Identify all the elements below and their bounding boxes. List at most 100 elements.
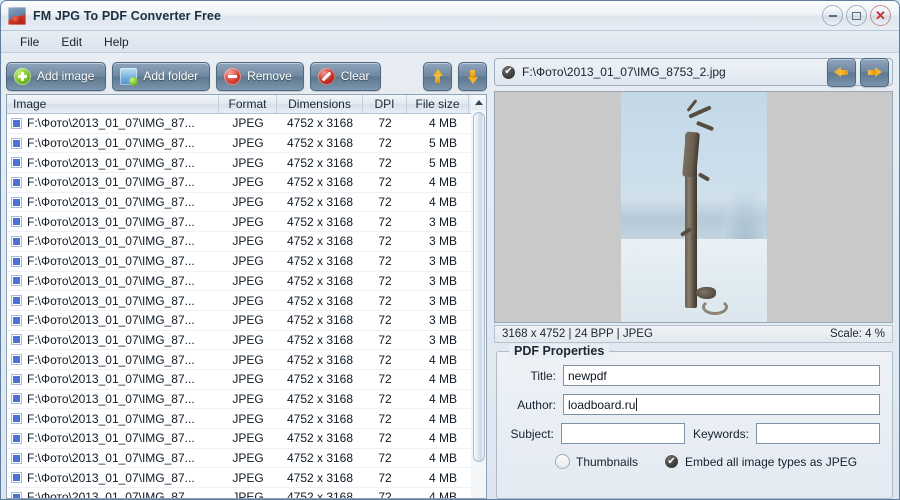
table-row[interactable]: F:\Фото\2013_01_07\IMG_87... JPEG 4752 x 3…	[7, 390, 486, 410]
cell-dpi: 72	[378, 155, 392, 170]
close-button[interactable]: ✕	[870, 5, 891, 26]
check-icon: ✔	[504, 66, 513, 77]
title-input[interactable]: newpdf	[563, 365, 880, 386]
menu-item-help[interactable]: Help	[95, 33, 138, 51]
arrow-left-icon	[833, 64, 850, 81]
table-row[interactable]: F:\Фото\2013_01_07\IMG_87... JPEG 4752 x 3…	[7, 429, 486, 449]
cell-format: JPEG	[232, 352, 264, 367]
image-thumbnail-icon	[11, 413, 22, 425]
scrollbar-track[interactable]	[471, 110, 486, 498]
move-down-button[interactable]	[458, 61, 487, 91]
table-row[interactable]: F:\Фото\2013_01_07\IMG_87... JPEG 4752 x 3…	[7, 212, 486, 233]
minus-circle-icon	[224, 67, 242, 85]
add-folder-label: Add folder	[143, 69, 199, 83]
subject-input[interactable]	[560, 423, 685, 444]
cell-file-size: 4 MB	[428, 195, 457, 210]
image-thumbnail-icon	[11, 491, 22, 498]
table-row[interactable]: F:\Фото\2013_01_07\IMG_87... JPEG 4752 x 3…	[7, 331, 486, 351]
menu-item-edit[interactable]: Edit	[52, 33, 91, 51]
column-header-file-size[interactable]: File size	[407, 95, 469, 113]
cell-file-size: 3 MB	[428, 254, 457, 269]
cell-file-size: 5 MB	[428, 155, 457, 170]
cell-format: JPEG	[232, 313, 264, 328]
remove-button[interactable]: Remove	[216, 61, 304, 91]
maximize-button[interactable]	[846, 5, 867, 26]
cell-dimensions: 4752 x 3168	[286, 352, 354, 367]
author-input[interactable]: loadboard.ru	[563, 394, 880, 415]
cell-image-path: F:\Фото\2013_01_07\IMG_87...	[27, 391, 195, 406]
table-row[interactable]: F:\Фото\2013_01_07\IMG_87... JPEG 4752 x 3…	[7, 409, 486, 429]
image-info-text: 3168 x 4752 | 24 BPP | JPEG	[502, 328, 653, 340]
cell-dimensions: 4752 x 3168	[286, 372, 354, 387]
table-row[interactable]: F:\Фото\2013_01_07\IMG_87... JPEG 4752 x 3…	[7, 272, 486, 292]
previous-image-button[interactable]	[827, 57, 856, 87]
table-row[interactable]: F:\Фото\2013_01_07\IMG_87... JPEG 4752 x 3…	[7, 449, 486, 469]
cell-dpi: 72	[378, 332, 392, 347]
cell-file-size: 3 MB	[428, 214, 457, 229]
table-row[interactable]: F:\Фото\2013_01_07\IMG_87... JPEG 4752 x 3…	[7, 311, 486, 331]
clear-label: Clear	[340, 69, 370, 83]
table-row[interactable]: F:\Фото\2013_01_07\IMG_87... JPEG 4752 x 3…	[7, 488, 486, 498]
table-row[interactable]: F:\Фото\2013_01_07\IMG_87... JPEG 4752 x 3…	[7, 232, 486, 252]
image-preview-area[interactable]	[494, 91, 893, 323]
list-scrollbar[interactable]	[471, 94, 487, 499]
thumbnails-checkbox[interactable]: Thumbnails	[555, 454, 638, 469]
scroll-up-button[interactable]	[471, 95, 486, 110]
column-header-dimensions[interactable]: Dimensions	[277, 95, 363, 113]
cell-image-path: F:\Фото\2013_01_07\IMG_87...	[27, 195, 195, 210]
table-row[interactable]: F:\Фото\2013_01_07\IMG_87... JPEG 4752 x 3…	[7, 153, 486, 174]
cell-image: F:\Фото\2013_01_07\IMG_87...	[7, 136, 219, 150]
add-image-button[interactable]: Add image	[6, 61, 107, 91]
column-header-dpi[interactable]: DPI	[363, 95, 407, 113]
cell-dimensions: 4752 x 3168	[286, 470, 354, 485]
next-image-button[interactable]	[860, 57, 889, 87]
table-row[interactable]: F:\Фото\2013_01_07\IMG_87... JPEG 4752 x 3…	[7, 252, 486, 272]
scrollbar-thumb[interactable]	[472, 112, 485, 462]
image-thumbnail-icon	[11, 176, 22, 188]
cell-image: F:\Фото\2013_01_07\IMG_87...	[7, 195, 219, 209]
cell-dimensions: 4752 x 3168	[286, 116, 354, 131]
clear-button[interactable]: Clear	[309, 61, 382, 91]
cell-file-size: 4 MB	[428, 372, 457, 387]
table-row[interactable]: F:\Фото\2013_01_07\IMG_87... JPEG 4752 x 3…	[7, 291, 486, 311]
list-rows[interactable]: F:\Фото\2013_01_07\IMG_87... JPEG 4752 x 3…	[7, 114, 486, 498]
table-row[interactable]: F:\Фото\2013_01_07\IMG_87... JPEG 4752 x 3…	[7, 193, 486, 213]
cell-image: F:\Фото\2013_01_07\IMG_87...	[7, 412, 219, 426]
include-file-checkbox[interactable]: ✔	[501, 64, 516, 80]
menu-item-file[interactable]: File	[11, 33, 48, 51]
table-row[interactable]: F:\Фото\2013_01_07\IMG_87... JPEG 4752 x 3…	[7, 114, 486, 134]
table-row[interactable]: F:\Фото\2013_01_07\IMG_87... JPEG 4752 x 3…	[7, 350, 486, 370]
table-row[interactable]: F:\Фото\2013_01_07\IMG_87... JPEG 4752 x 3…	[7, 134, 486, 154]
minimize-button[interactable]	[822, 5, 843, 26]
checkbox-unchecked-icon	[555, 454, 570, 469]
image-list[interactable]: Image Format Dimensions DPI File size F:…	[6, 94, 487, 499]
keywords-input[interactable]	[756, 423, 880, 444]
table-row[interactable]: F:\Фото\2013_01_07\IMG_87... JPEG 4752 x 3…	[7, 468, 486, 489]
move-up-button[interactable]	[423, 61, 452, 91]
add-folder-button[interactable]: Add folder	[112, 61, 211, 91]
cell-dpi: 72	[378, 293, 392, 308]
image-thumbnail-icon	[11, 334, 22, 346]
cell-image: F:\Фото\2013_01_07\IMG_87...	[7, 392, 219, 406]
plus-circle-icon	[14, 67, 31, 85]
cell-file-size: 4 MB	[428, 352, 457, 367]
cell-image-path: F:\Фото\2013_01_07\IMG_87...	[27, 470, 195, 485]
cell-file-size: 5 MB	[428, 136, 457, 151]
cell-file-size: 3 MB	[428, 313, 457, 328]
cell-format: JPEG	[232, 293, 264, 308]
image-thumbnail-icon	[11, 373, 22, 385]
table-row[interactable]: F:\Фото\2013_01_07\IMG_87... JPEG 4752 x 3…	[7, 370, 486, 390]
table-row[interactable]: F:\Фото\2013_01_07\IMG_87... JPEG 4752 x 3…	[7, 173, 486, 193]
cell-dpi: 72	[378, 234, 392, 249]
cell-image-path: F:\Фото\2013_01_07\IMG_87...	[27, 490, 195, 498]
cell-format: JPEG	[232, 214, 264, 229]
toolbar: Add image Add folder Remove Clear	[6, 58, 487, 94]
title-value: newpdf	[568, 368, 607, 383]
cell-dpi: 72	[378, 451, 392, 466]
embed-jpeg-checkbox[interactable]: ✔ Embed all image types as JPEG	[664, 454, 857, 469]
cell-format: JPEG	[232, 490, 264, 498]
column-header-format[interactable]: Format	[219, 95, 277, 113]
cell-image: F:\Фото\2013_01_07\IMG_87...	[7, 451, 219, 465]
cell-image: F:\Фото\2013_01_07\IMG_87...	[7, 471, 219, 485]
column-header-image[interactable]: Image	[7, 95, 219, 113]
